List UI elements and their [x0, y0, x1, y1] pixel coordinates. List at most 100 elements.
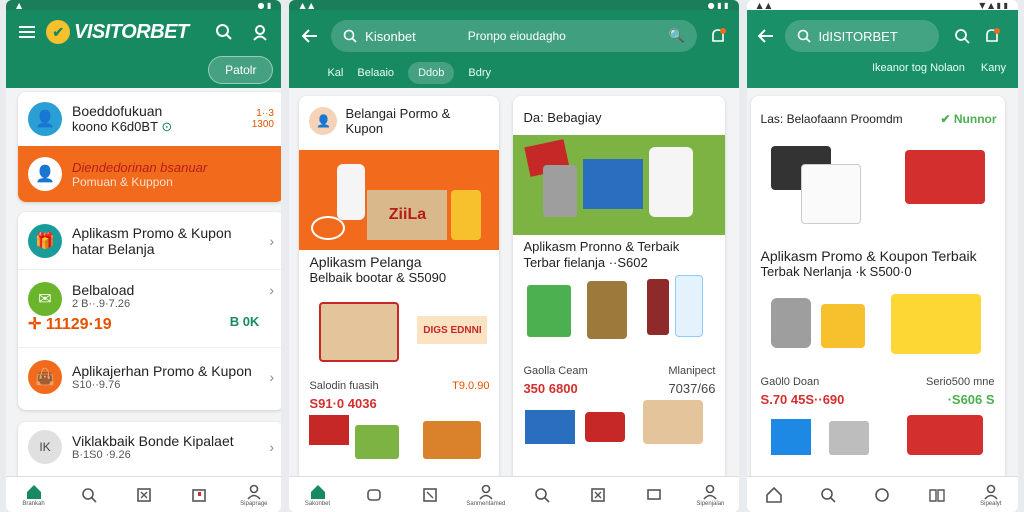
nav-profile[interactable]: Sipenjalan — [695, 483, 725, 507]
nav-wallet[interactable] — [184, 486, 214, 504]
card-price-right: 7037/66 — [668, 381, 716, 396]
nav-search[interactable] — [527, 486, 557, 504]
notification-bell-icon[interactable] — [981, 25, 1003, 47]
tab-item[interactable]: Ikeanor tog Nolaon — [872, 62, 965, 74]
app-bar: IdISITORBET Ikeanor tog Nolaon Kany — [746, 10, 1018, 88]
detail-card[interactable]: Las: Belaofaann Proomdm ✔ Nunnor Aplikas… — [750, 96, 1005, 482]
search-icon[interactable] — [951, 25, 973, 47]
bottle-icon — [647, 279, 670, 335]
card-label: Salodin fuasih — [309, 380, 379, 392]
back-arrow-icon[interactable] — [755, 25, 777, 47]
search-icon — [535, 487, 550, 503]
list-item[interactable]: 👜 Aplikajerhan Promo & Kupon S10··9.76 › — [18, 348, 281, 406]
nav-label: Brankah — [22, 500, 45, 507]
search-title: Pronpo eioudagho — [467, 29, 566, 43]
search-icon — [797, 29, 811, 43]
tab-item-active[interactable]: Ddob — [408, 62, 455, 84]
tab-item[interactable]: Kal — [327, 67, 343, 79]
search-bar[interactable]: Kisonbet Pronpo eioudagho 🔍 — [331, 20, 697, 52]
coupon-icon — [591, 487, 605, 502]
list-item-subtitle: B·1S0 ·9.26 — [72, 449, 131, 461]
list-item[interactable]: IK Viklakbaik Bonde Kipalaet B·1S0 ·9.26… — [18, 422, 281, 472]
nav-profile[interactable]: Sipaprage — [239, 483, 269, 507]
nav-label: Sakonbet — [304, 500, 331, 507]
list-item-subtitle: S10··9.76 — [72, 379, 121, 391]
nav-chat[interactable] — [639, 486, 669, 504]
nav-home[interactable] — [759, 486, 789, 504]
card-label: Ga0l0 Doan — [760, 376, 820, 388]
nav-coupon[interactable] — [583, 486, 613, 504]
tab-item[interactable]: Belaaio — [357, 67, 394, 79]
profile-badge-bottom: 1300 — [251, 119, 274, 130]
back-arrow-icon[interactable] — [299, 25, 321, 47]
search-icon — [81, 487, 97, 503]
bag-icon: 👜 — [28, 360, 62, 394]
nav-search[interactable] — [74, 486, 104, 504]
highlight-banner[interactable]: 👤 Diendedorinan bsanuar Pomuan & Kuppon — [18, 146, 282, 202]
list-item[interactable]: ✉ Belbaload 2 B··.9·7.26 ✛ 11129·19 B 0K… — [18, 270, 282, 348]
ticket-icon — [136, 487, 151, 502]
profile-icon — [247, 484, 261, 500]
basket-image — [904, 150, 985, 204]
account-icon[interactable] — [249, 21, 271, 43]
nav-catalog[interactable] — [922, 486, 952, 504]
tab-item[interactable]: Bdry — [468, 67, 491, 79]
profile-code: koono K6d0BT — [72, 119, 158, 134]
list-item[interactable]: 🎁 Aplikasm Promo & Kupon hatar Belanja › — [18, 212, 282, 270]
app-bar: Kisonbet Pronpo eioudagho 🔍 Kal Belaaio … — [289, 10, 739, 88]
filter-pill[interactable]: Patolr — [208, 56, 274, 84]
can-icon — [828, 421, 869, 455]
promo-card-2[interactable]: Da: Bebagiay Aplikasm Pronno & Terbaik T… — [513, 96, 726, 482]
basket-image — [423, 421, 482, 459]
list-item-title: Viklakbaik Bonde Kipalaet — [72, 433, 234, 449]
card-label-right: Serio500 mne — [926, 376, 995, 388]
highlight-subtitle: Pomuan & Kuppon — [72, 174, 173, 189]
promo-card-1[interactable]: 👤 Belangai Pormo & Kupon ZiiLa Aplikasm … — [299, 96, 500, 482]
product-box — [525, 410, 576, 444]
product-pack — [355, 425, 400, 459]
search-bar[interactable]: IdISITORBET — [784, 20, 939, 52]
nav-promo[interactable] — [415, 486, 445, 504]
can-icon — [543, 165, 578, 217]
nav-profile[interactable]: Sipealyt — [976, 483, 1006, 507]
ticket-icon — [422, 487, 437, 502]
status-bar: ▲ ▲ ▼ ▲ ▮ ▮ — [746, 0, 1018, 10]
refresh-icon — [875, 487, 890, 502]
card-header: Las: Belaofaann Proomdm — [760, 112, 903, 126]
app-bar: ✔ VISITORBET Patolr — [6, 10, 282, 88]
card-label: Gaolla Ceam — [523, 365, 588, 377]
nav-search[interactable] — [813, 486, 843, 504]
search-text: Kisonbet — [365, 28, 416, 44]
list-item-subtitle: hatar Belanja — [72, 240, 155, 257]
nav-deals[interactable] — [359, 486, 389, 504]
search-icon — [343, 29, 357, 43]
jar-icon — [649, 147, 694, 217]
screen-detail: ▲ ▲ ▼ ▲ ▮ ▮ IdISITORBET Ikeanor tog Nolao — [746, 0, 1018, 512]
profile-card: 👤 Boeddofukuan koono K6d0BT ⊙ 1··3 1300 … — [18, 92, 282, 202]
tab-bar: Kal Belaaio Ddob Bdry — [289, 52, 738, 84]
refresh-icon[interactable]: ⊙ — [161, 119, 172, 134]
card-subtitle: Terbak Nerlanja ·k S500·0 — [760, 264, 912, 279]
chevron-right-icon: › — [269, 282, 274, 298]
nav-label: Sipaprage — [240, 500, 268, 507]
nav-home[interactable]: Sakonbet — [303, 483, 333, 507]
search-icon[interactable] — [213, 21, 235, 43]
bag-image — [319, 302, 400, 362]
tab-item[interactable]: Kany — [981, 62, 1006, 74]
profile-row[interactable]: 👤 Boeddofukuan koono K6d0BT ⊙ 1··3 1300 — [18, 92, 281, 146]
product-pack — [527, 285, 572, 337]
nav-refresh[interactable] — [867, 486, 897, 504]
notification-bell-icon[interactable] — [707, 25, 729, 47]
gift-icon: 🎁 — [28, 223, 62, 258]
nav-home[interactable]: Brankah — [19, 483, 49, 507]
card-label-right: Mlanipect — [668, 365, 716, 377]
search-icon[interactable]: 🔍 — [669, 28, 685, 44]
nav-account[interactable]: Sanmentamed — [466, 483, 505, 507]
product-box — [583, 159, 644, 209]
nav-promo[interactable] — [129, 486, 159, 504]
logo-check-icon: ✔ — [46, 20, 70, 44]
nav-label: Sanmentamed — [466, 500, 506, 507]
bottom-nav: Brankah Sipaprage — [6, 476, 282, 512]
search-text: IdISITORBET — [818, 28, 898, 44]
menu-icon[interactable] — [16, 21, 38, 43]
